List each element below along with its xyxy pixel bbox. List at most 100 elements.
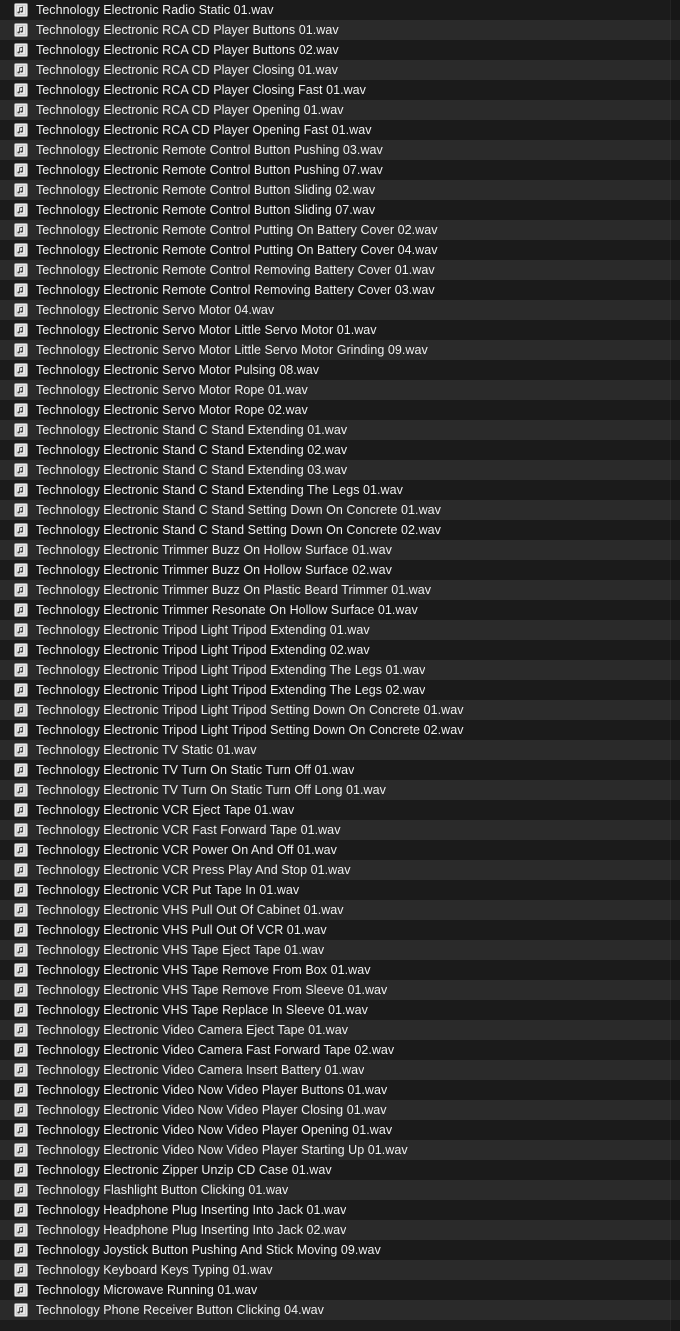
file-row[interactable]: Technology Electronic VHS Tape Eject Tap… bbox=[0, 940, 680, 960]
file-row[interactable]: Technology Electronic VHS Tape Replace I… bbox=[0, 1000, 680, 1020]
file-row[interactable]: Technology Electronic Remote Control Put… bbox=[0, 240, 680, 260]
file-row[interactable]: Technology Electronic RCA CD Player Butt… bbox=[0, 40, 680, 60]
file-row[interactable]: Technology Electronic VHS Pull Out Of VC… bbox=[0, 920, 680, 940]
audio-file-icon bbox=[14, 763, 28, 777]
file-list-body[interactable]: Technology Electronic Radio Static 01.wa… bbox=[0, 0, 680, 1320]
file-row[interactable]: Technology Electronic Video Camera Eject… bbox=[0, 1020, 680, 1040]
file-row[interactable]: Technology Electronic Stand C Stand Exte… bbox=[0, 440, 680, 460]
audio-file-icon bbox=[14, 663, 28, 677]
file-row[interactable]: Technology Keyboard Keys Typing 01.wav bbox=[0, 1260, 680, 1280]
audio-file-icon bbox=[14, 1083, 28, 1097]
file-row[interactable]: Technology Headphone Plug Inserting Into… bbox=[0, 1220, 680, 1240]
file-row[interactable]: Technology Electronic RCA CD Player Clos… bbox=[0, 80, 680, 100]
file-row[interactable]: Technology Electronic Stand C Stand Exte… bbox=[0, 480, 680, 500]
file-row[interactable]: Technology Electronic RCA CD Player Butt… bbox=[0, 20, 680, 40]
file-row[interactable]: Technology Electronic Remote Control But… bbox=[0, 160, 680, 180]
file-row[interactable]: Technology Electronic Servo Motor Rope 0… bbox=[0, 380, 680, 400]
file-list-view[interactable]: Technology Electronic Radio Static 01.wa… bbox=[0, 0, 680, 1331]
file-row[interactable]: Technology Electronic Remote Control But… bbox=[0, 200, 680, 220]
file-row[interactable]: Technology Electronic VHS Tape Remove Fr… bbox=[0, 960, 680, 980]
file-row[interactable]: Technology Electronic Video Now Video Pl… bbox=[0, 1100, 680, 1120]
file-row[interactable]: Technology Electronic Video Camera Fast … bbox=[0, 1040, 680, 1060]
file-row[interactable]: Technology Electronic Remote Control Rem… bbox=[0, 280, 680, 300]
file-row[interactable]: Technology Electronic Video Now Video Pl… bbox=[0, 1140, 680, 1160]
file-row[interactable]: Technology Electronic RCA CD Player Open… bbox=[0, 120, 680, 140]
audio-file-icon bbox=[14, 483, 28, 497]
file-name-label: Technology Electronic Tripod Light Tripo… bbox=[36, 643, 370, 657]
file-row[interactable]: Technology Electronic Stand C Stand Exte… bbox=[0, 420, 680, 440]
file-row[interactable]: Technology Electronic VCR Put Tape In 01… bbox=[0, 880, 680, 900]
file-row[interactable]: Technology Phone Receiver Button Clickin… bbox=[0, 1300, 680, 1320]
file-row[interactable]: Technology Headphone Plug Inserting Into… bbox=[0, 1200, 680, 1220]
file-name-label: Technology Electronic Video Camera Eject… bbox=[36, 1023, 349, 1037]
audio-file-icon bbox=[14, 1043, 28, 1057]
audio-file-icon bbox=[14, 263, 28, 277]
file-row[interactable]: Technology Electronic Servo Motor Rope 0… bbox=[0, 400, 680, 420]
file-row[interactable]: Technology Electronic VCR Fast Forward T… bbox=[0, 820, 680, 840]
file-name-label: Technology Electronic Stand C Stand Exte… bbox=[36, 463, 348, 477]
file-row[interactable]: Technology Electronic Trimmer Resonate O… bbox=[0, 600, 680, 620]
file-name-label: Technology Electronic Tripod Light Tripo… bbox=[36, 683, 426, 697]
file-row[interactable]: Technology Electronic Trimmer Buzz On Ho… bbox=[0, 560, 680, 580]
file-row[interactable]: Technology Electronic RCA CD Player Clos… bbox=[0, 60, 680, 80]
file-row[interactable]: Technology Electronic VCR Power On And O… bbox=[0, 840, 680, 860]
file-row[interactable]: Technology Electronic Video Camera Inser… bbox=[0, 1060, 680, 1080]
file-row[interactable]: Technology Electronic VHS Tape Remove Fr… bbox=[0, 980, 680, 1000]
file-row[interactable]: Technology Electronic Trimmer Buzz On Ho… bbox=[0, 540, 680, 560]
file-row[interactable]: Technology Electronic TV Turn On Static … bbox=[0, 780, 680, 800]
file-row[interactable]: Technology Electronic VCR Eject Tape 01.… bbox=[0, 800, 680, 820]
file-row[interactable]: Technology Electronic Stand C Stand Exte… bbox=[0, 460, 680, 480]
file-row[interactable]: Technology Electronic Trimmer Buzz On Pl… bbox=[0, 580, 680, 600]
audio-file-icon bbox=[14, 863, 28, 877]
file-row[interactable]: Technology Electronic Remote Control Put… bbox=[0, 220, 680, 240]
file-name-label: Technology Electronic Trimmer Buzz On Ho… bbox=[36, 543, 392, 557]
file-row[interactable]: Technology Electronic Tripod Light Tripo… bbox=[0, 720, 680, 740]
audio-file-icon bbox=[14, 743, 28, 757]
audio-file-icon bbox=[14, 623, 28, 637]
audio-file-icon bbox=[14, 1143, 28, 1157]
audio-file-icon bbox=[14, 903, 28, 917]
audio-file-icon bbox=[14, 823, 28, 837]
file-row[interactable]: Technology Electronic Tripod Light Tripo… bbox=[0, 620, 680, 640]
file-row[interactable]: Technology Electronic Remote Control But… bbox=[0, 140, 680, 160]
file-name-label: Technology Electronic VCR Eject Tape 01.… bbox=[36, 803, 295, 817]
file-row[interactable]: Technology Electronic Remote Control Rem… bbox=[0, 260, 680, 280]
file-row[interactable]: Technology Flashlight Button Clicking 01… bbox=[0, 1180, 680, 1200]
audio-file-icon bbox=[14, 943, 28, 957]
file-row[interactable]: Technology Electronic Radio Static 01.wa… bbox=[0, 0, 680, 20]
file-row[interactable]: Technology Electronic Remote Control But… bbox=[0, 180, 680, 200]
file-row[interactable]: Technology Electronic TV Turn On Static … bbox=[0, 760, 680, 780]
audio-file-icon bbox=[14, 183, 28, 197]
file-row[interactable]: Technology Electronic Servo Motor Little… bbox=[0, 320, 680, 340]
file-row[interactable]: Technology Electronic Video Now Video Pl… bbox=[0, 1080, 680, 1100]
file-name-label: Technology Electronic Trimmer Resonate O… bbox=[36, 603, 418, 617]
audio-file-icon bbox=[14, 783, 28, 797]
file-row[interactable]: Technology Electronic Servo Motor 04.wav bbox=[0, 300, 680, 320]
file-row[interactable]: Technology Electronic Stand C Stand Sett… bbox=[0, 500, 680, 520]
file-name-label: Technology Flashlight Button Clicking 01… bbox=[36, 1183, 289, 1197]
file-row[interactable]: Technology Electronic VCR Press Play And… bbox=[0, 860, 680, 880]
file-name-label: Technology Electronic Remote Control Rem… bbox=[36, 283, 435, 297]
file-name-label: Technology Electronic VCR Put Tape In 01… bbox=[36, 883, 300, 897]
file-row[interactable]: Technology Electronic Servo Motor Pulsin… bbox=[0, 360, 680, 380]
file-row[interactable]: Technology Electronic Tripod Light Tripo… bbox=[0, 640, 680, 660]
file-name-label: Technology Electronic Radio Static 01.wa… bbox=[36, 3, 274, 17]
file-row[interactable]: Technology Electronic RCA CD Player Open… bbox=[0, 100, 680, 120]
file-row[interactable]: Technology Electronic Video Now Video Pl… bbox=[0, 1120, 680, 1140]
file-name-label: Technology Electronic RCA CD Player Open… bbox=[36, 103, 344, 117]
file-row[interactable]: Technology Electronic Tripod Light Tripo… bbox=[0, 680, 680, 700]
audio-file-icon bbox=[14, 1063, 28, 1077]
file-row[interactable]: Technology Electronic Zipper Unzip CD Ca… bbox=[0, 1160, 680, 1180]
file-row[interactable]: Technology Electronic Tripod Light Tripo… bbox=[0, 660, 680, 680]
file-row[interactable]: Technology Electronic VHS Pull Out Of Ca… bbox=[0, 900, 680, 920]
file-name-label: Technology Electronic VHS Pull Out Of Ca… bbox=[36, 903, 344, 917]
file-row[interactable]: Technology Electronic Tripod Light Tripo… bbox=[0, 700, 680, 720]
file-row[interactable]: Technology Electronic TV Static 01.wav bbox=[0, 740, 680, 760]
file-row[interactable]: Technology Microwave Running 01.wav bbox=[0, 1280, 680, 1300]
audio-file-icon bbox=[14, 343, 28, 357]
audio-file-icon bbox=[14, 1223, 28, 1237]
file-row[interactable]: Technology Joystick Button Pushing And S… bbox=[0, 1240, 680, 1260]
file-name-label: Technology Electronic TV Turn On Static … bbox=[36, 783, 386, 797]
file-row[interactable]: Technology Electronic Servo Motor Little… bbox=[0, 340, 680, 360]
file-row[interactable]: Technology Electronic Stand C Stand Sett… bbox=[0, 520, 680, 540]
